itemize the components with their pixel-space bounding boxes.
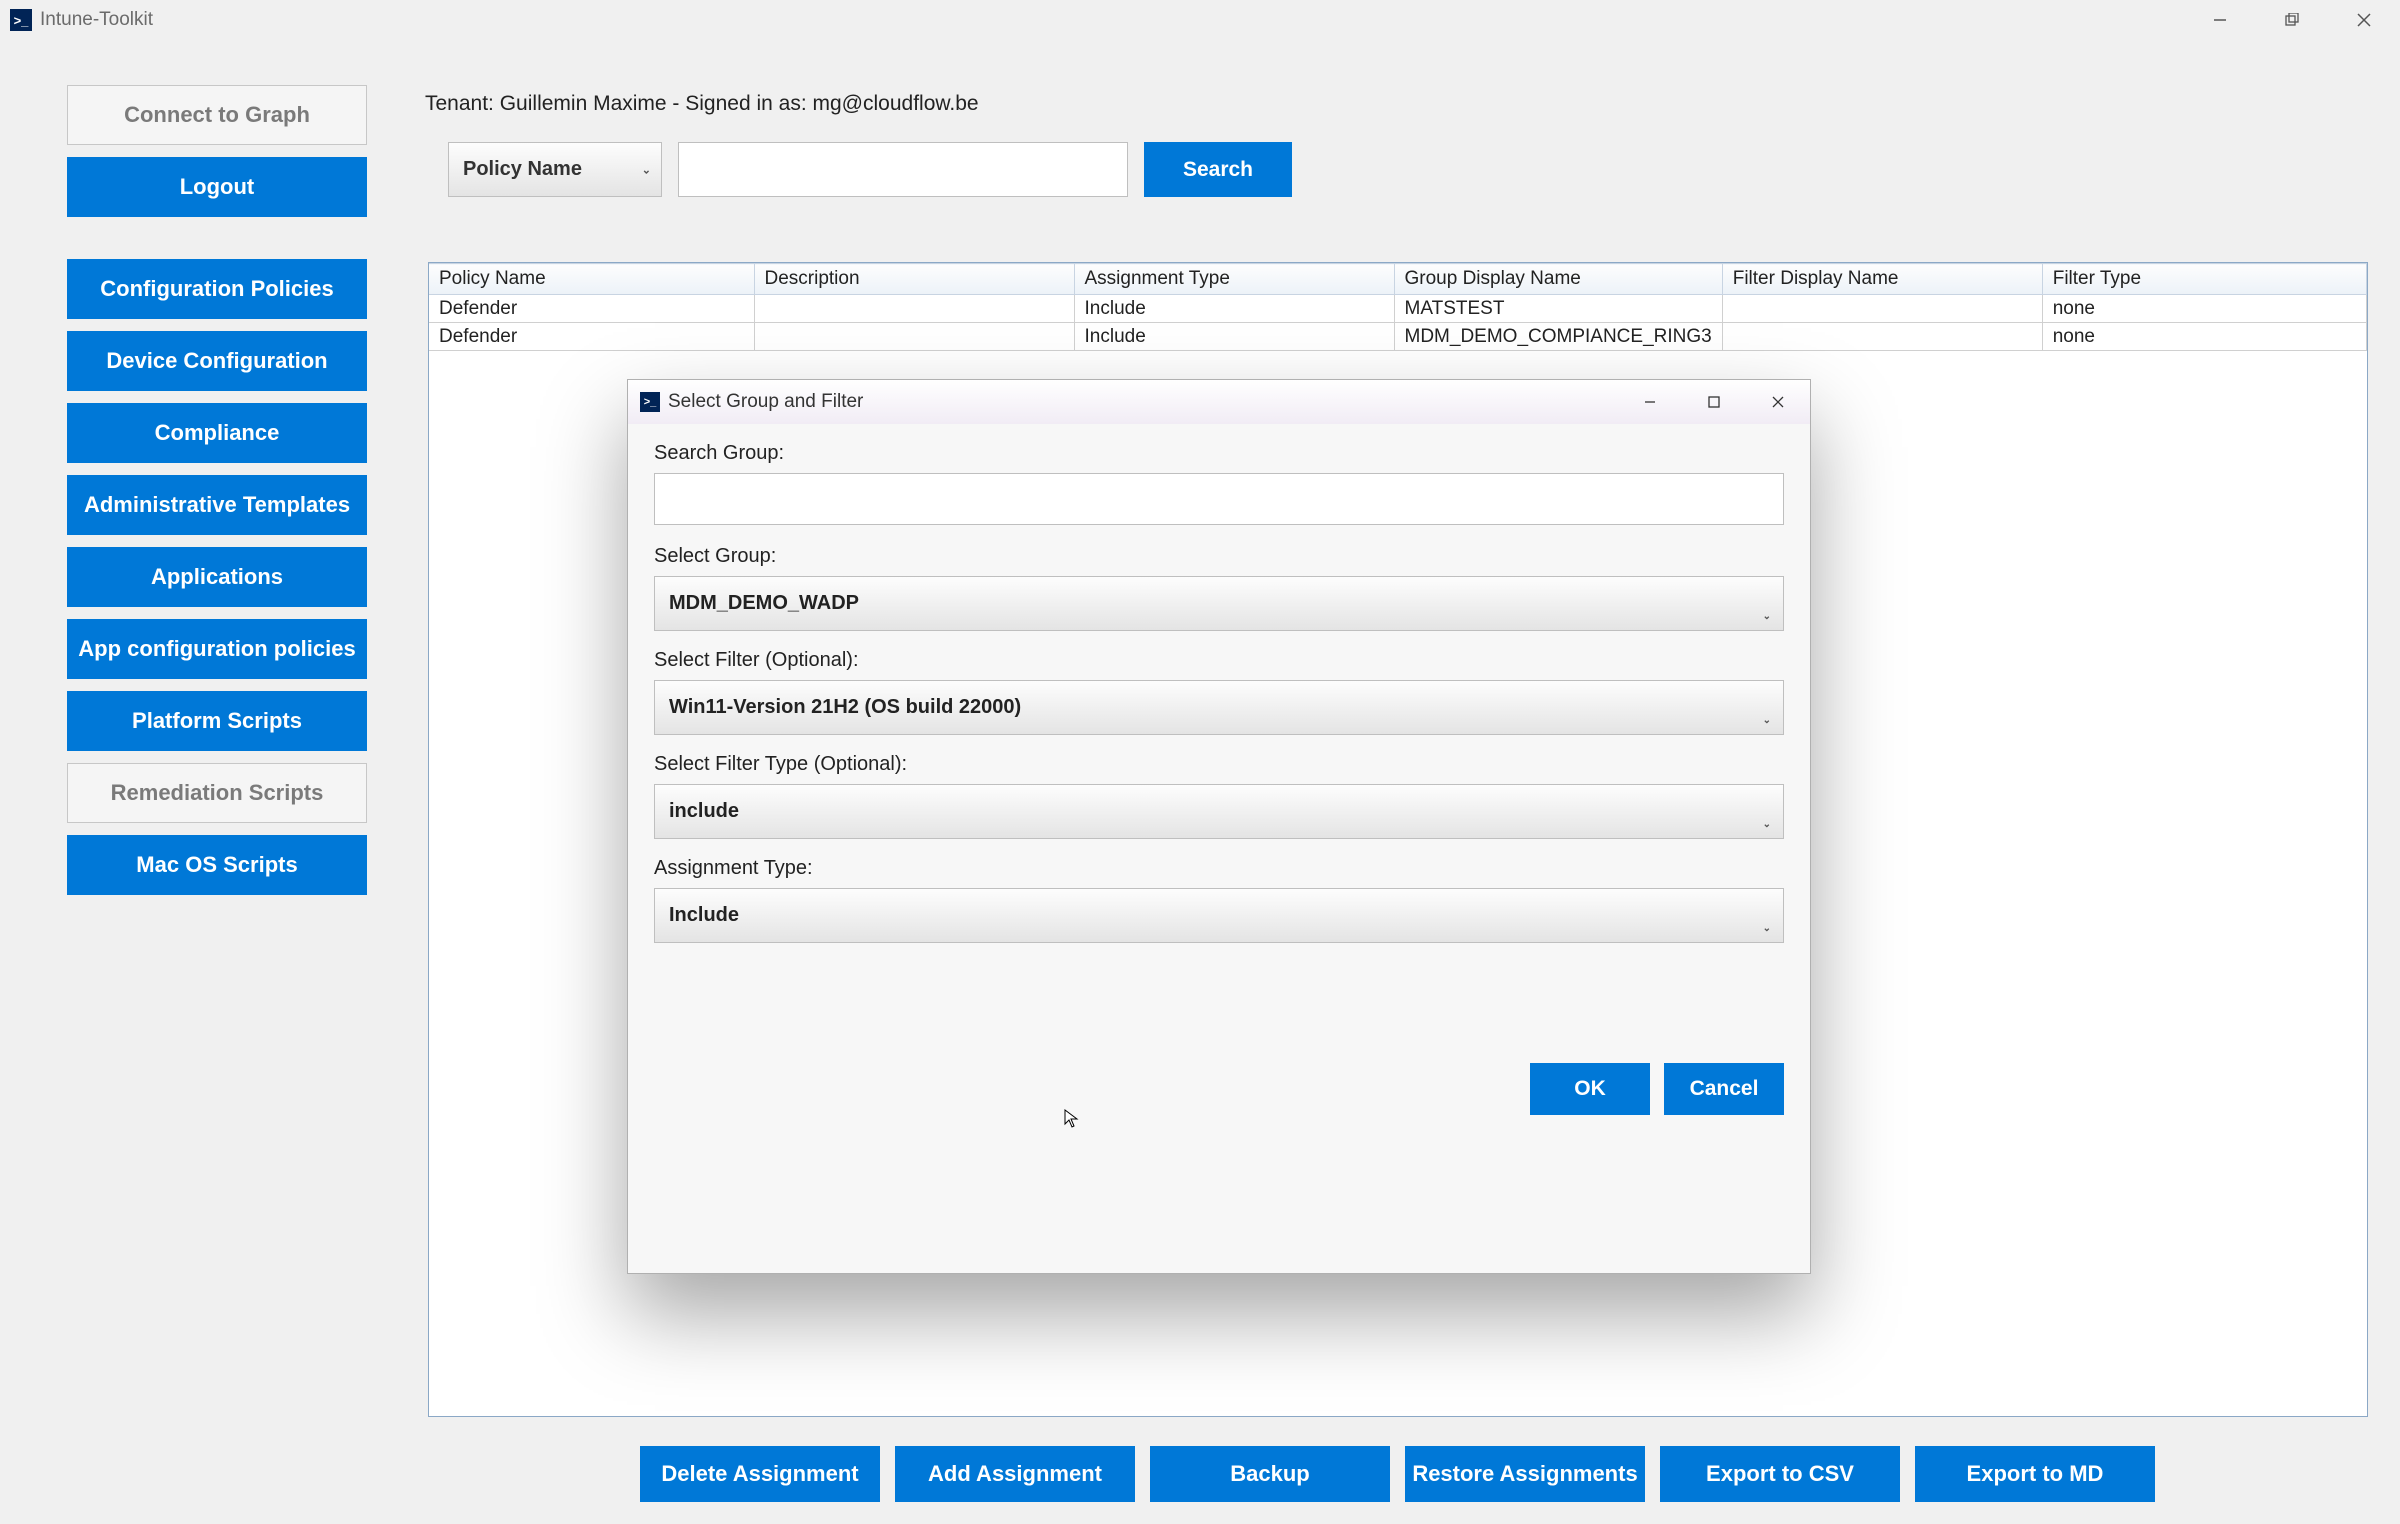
dialog-footer: OK Cancel [1530, 1063, 1784, 1115]
powershell-icon: >_ [10, 9, 32, 31]
close-icon [1772, 396, 1784, 408]
chevron-down-icon: ⌄ [1763, 715, 1771, 726]
maximize-icon [2285, 13, 2299, 27]
search-group-input[interactable] [654, 473, 1784, 525]
title-bar: >_ Intune-Toolkit [0, 0, 2400, 40]
dialog-minimize-button[interactable] [1618, 380, 1682, 424]
select-group-label: Select Group: [654, 545, 1784, 568]
minimize-icon [1644, 396, 1656, 408]
window-controls [2184, 0, 2400, 40]
select-group-value: MDM_DEMO_WADP [669, 592, 859, 615]
dialog-title-bar: >_ Select Group and Filter [628, 380, 1810, 424]
close-icon [2357, 13, 2371, 27]
dialog-body: Search Group: Select Group: MDM_DEMO_WAD… [628, 424, 1810, 973]
select-filter-dropdown[interactable]: Win11-Version 21H2 (OS build 22000) ⌄ [654, 680, 1784, 735]
assignment-type-label: Assignment Type: [654, 857, 1784, 880]
close-button[interactable] [2328, 0, 2400, 40]
ok-button[interactable]: OK [1530, 1063, 1650, 1115]
chevron-down-icon: ⌄ [1763, 923, 1771, 934]
minimize-button[interactable] [2184, 0, 2256, 40]
assignment-type-value: Include [669, 904, 739, 927]
search-group-label: Search Group: [654, 442, 1784, 465]
dialog-close-button[interactable] [1746, 380, 1810, 424]
select-filter-type-label: Select Filter Type (Optional): [654, 753, 1784, 776]
select-filter-value: Win11-Version 21H2 (OS build 22000) [669, 696, 1021, 719]
chevron-down-icon: ⌄ [1763, 819, 1771, 830]
select-group-filter-dialog: >_ Select Group and Filter Search Group: [627, 379, 1811, 1274]
chevron-down-icon: ⌄ [1763, 611, 1771, 622]
maximize-button[interactable] [2256, 0, 2328, 40]
powershell-icon: >_ [640, 392, 660, 412]
window-title: Intune-Toolkit [40, 9, 2184, 31]
select-filter-type-value: include [669, 800, 739, 823]
minimize-icon [2213, 13, 2227, 27]
select-filter-type-dropdown[interactable]: include ⌄ [654, 784, 1784, 839]
select-group-dropdown[interactable]: MDM_DEMO_WADP ⌄ [654, 576, 1784, 631]
assignment-type-dropdown[interactable]: Include ⌄ [654, 888, 1784, 943]
modal-backdrop: >_ Select Group and Filter Search Group: [0, 40, 2400, 1524]
cancel-button[interactable]: Cancel [1664, 1063, 1784, 1115]
select-filter-label: Select Filter (Optional): [654, 649, 1784, 672]
dialog-title: Select Group and Filter [668, 391, 1618, 413]
dialog-window-controls [1618, 380, 1810, 424]
maximize-icon [1708, 396, 1720, 408]
dialog-maximize-button[interactable] [1682, 380, 1746, 424]
